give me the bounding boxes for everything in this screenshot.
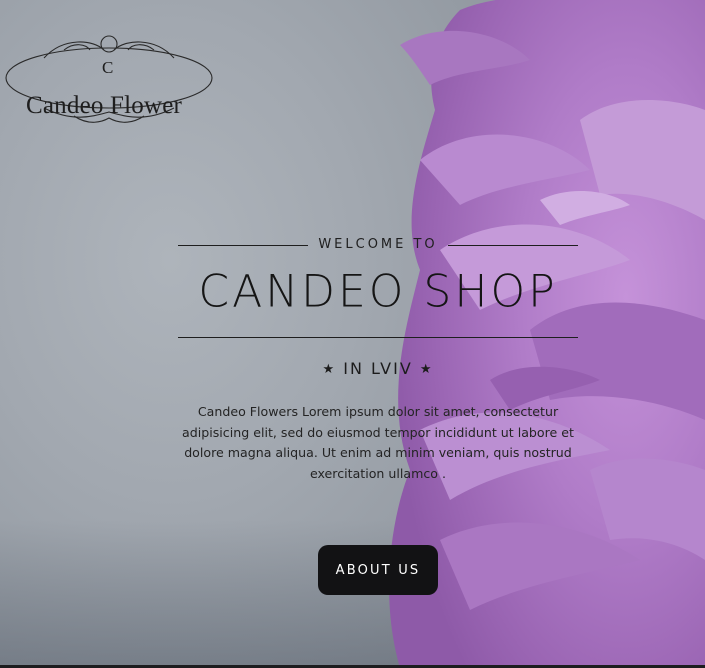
welcome-row: WELCOME TO (178, 236, 578, 256)
welcome-divider-left (178, 245, 308, 246)
logo-monogram: C (102, 58, 114, 77)
subtitle-text: IN LVIV (343, 359, 413, 378)
page-title: CANDEO SHOP (198, 265, 558, 318)
hero-description: Candeo Flowers Lorem ipsum dolor sit ame… (182, 404, 574, 481)
welcome-label: WELCOME TO (318, 237, 438, 252)
logo-text: Candeo Flower (26, 92, 183, 119)
about-us-button[interactable]: ABOUT US (318, 545, 438, 595)
star-icon: ★ (419, 362, 434, 377)
star-icon: ★ (322, 362, 337, 377)
title-underline (178, 337, 578, 338)
welcome-divider-right (448, 245, 578, 246)
location-subtitle: ★ IN LVIV ★ (278, 359, 478, 378)
brand-logo[interactable]: C Candeo Flower (4, 28, 214, 128)
